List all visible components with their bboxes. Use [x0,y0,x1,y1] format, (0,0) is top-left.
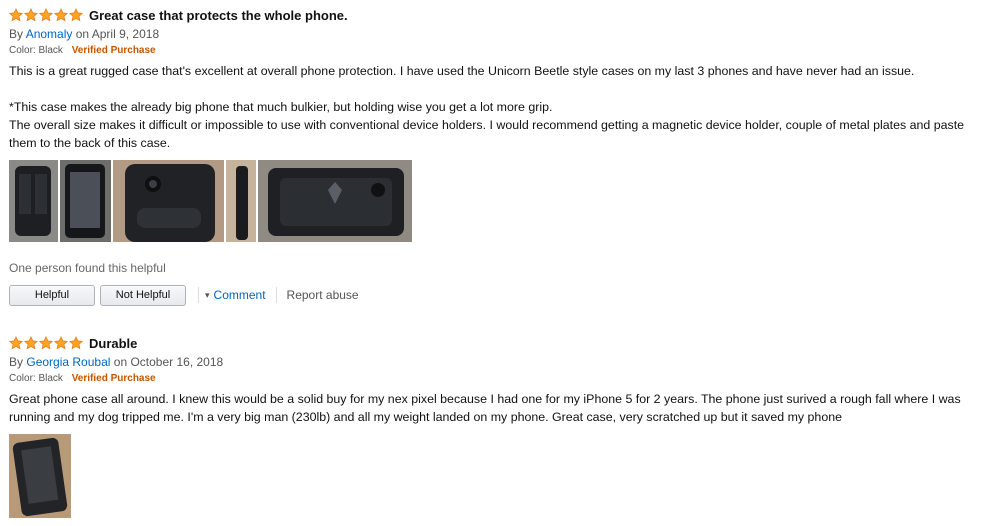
author-link[interactable]: Georgia Roubal [26,355,110,369]
review-body: This is a great rugged case that's excel… [9,62,990,152]
verified-purchase-badge[interactable]: Verified Purchase [72,45,156,56]
review-image-thumbnail[interactable] [9,160,58,242]
report-abuse-link[interactable]: Report abuse [287,288,359,302]
divider [275,287,277,303]
star-rating[interactable] [9,336,83,350]
verified-purchase-badge[interactable]: Verified Purchase [72,373,156,384]
helpful-button[interactable]: Helpful [9,284,95,306]
star-icon [69,8,83,22]
review-byline: By Georgia Roubal on October 16, 2018 [9,354,990,370]
review-byline: By Anomaly on April 9, 2018 [9,26,990,42]
review-header: Great case that protects the whole phone… [9,6,990,24]
caret-down-icon[interactable]: ▾ [205,290,210,301]
review-body: Great phone case all around. I knew this… [9,390,990,426]
color-variant: Color: Black [9,373,63,384]
review-date: on October 16, 2018 [113,355,224,369]
by-prefix: By [9,355,24,369]
review-image-thumbnail[interactable] [113,160,224,242]
star-icon [69,336,83,350]
star-icon [39,8,53,22]
comment-link[interactable]: Comment [214,288,266,302]
author-link[interactable]: Anomaly [26,27,73,41]
review-image-thumbnail[interactable] [9,434,71,518]
divider [198,287,199,303]
star-icon [9,336,23,350]
review-actions: Helpful Not Helpful ▾ Comment Report abu… [9,284,990,306]
review-title[interactable]: Durable [89,336,137,351]
review-date: on April 9, 2018 [75,27,160,41]
review-image-thumbnail[interactable] [60,160,111,242]
review-image-thumbnail[interactable] [226,160,256,242]
review-image-gallery [9,160,990,242]
star-icon [24,336,38,350]
color-variant: Color: Black [9,45,63,56]
review-2: Durable By Georgia Roubal on October 16,… [9,334,990,518]
review-header: Durable [9,334,990,352]
star-icon [54,336,68,350]
star-icon [9,8,23,22]
by-prefix: By [9,27,24,41]
star-rating[interactable] [9,8,83,22]
review-meta: Color: Black Verified Purchase [9,44,990,58]
review-paragraph: This is a great rugged case that's excel… [9,64,915,78]
review-image-gallery [9,434,990,518]
review-meta: Color: Black Verified Purchase [9,372,990,386]
star-icon [24,8,38,22]
review-paragraph: Great phone case all around. I knew this… [9,392,961,424]
star-icon [54,8,68,22]
review-title[interactable]: Great case that protects the whole phone… [89,8,348,23]
review-image-thumbnail[interactable] [258,160,412,242]
review-1: Great case that protects the whole phone… [9,6,990,306]
not-helpful-button[interactable]: Not Helpful [100,284,186,306]
helpful-count: One person found this helpful [9,261,166,275]
star-icon [39,336,53,350]
review-paragraph: The overall size makes it difficult or i… [9,118,965,150]
review-paragraph: *This case makes the already big phone t… [9,100,553,114]
